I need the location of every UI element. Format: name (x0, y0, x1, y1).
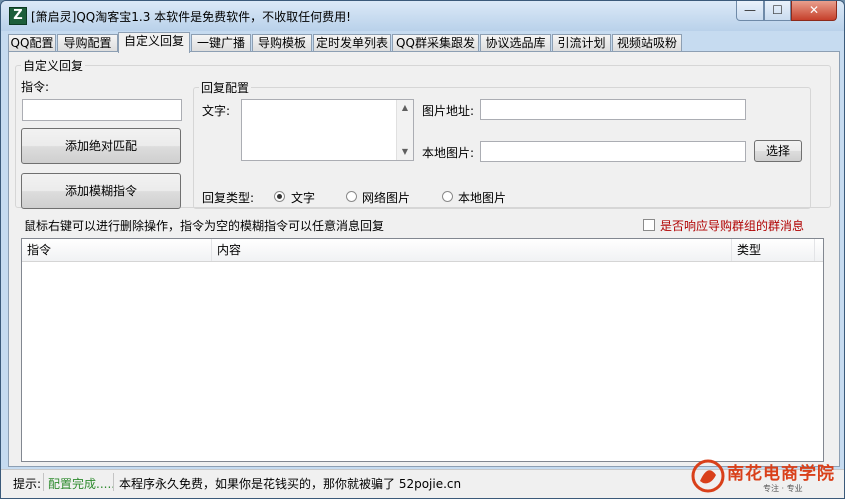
select-file-button[interactable]: 选择 (754, 140, 802, 162)
add-fuzzy-command-button[interactable]: 添加模糊指令 (21, 173, 181, 209)
status-prefix: 提示: (13, 477, 42, 491)
reply-text-area[interactable]: ▲ ▼ (241, 99, 414, 161)
close-button[interactable]: ✕ (791, 1, 837, 21)
text-label: 文字: (202, 104, 231, 118)
status-text: 配置完成..... (48, 477, 116, 491)
reply-text-scrollbar[interactable]: ▲ ▼ (396, 100, 413, 160)
scroll-up-icon[interactable]: ▲ (397, 100, 413, 116)
reply-config-group-title: 回复配置 (199, 79, 252, 96)
reply-type-local-image-label[interactable]: 本地图片 (458, 189, 506, 206)
scroll-down-icon[interactable]: ▼ (397, 144, 413, 160)
hint-text: 鼠标右键可以进行删除操作，指令为空的模糊指令可以任意消息回复 (24, 219, 385, 233)
tab-traffic-plan[interactable]: 引流计划 (552, 34, 611, 52)
watermark-subtext: 专注 · 专业 (763, 484, 803, 493)
command-label: 指令: (21, 80, 50, 94)
tab-shopping-template[interactable]: 导购模板 (252, 34, 312, 52)
command-input[interactable] (22, 99, 182, 121)
reply-type-web-image-label[interactable]: 网络图片 (362, 189, 410, 206)
watermark-text: 南花电商学院 (727, 464, 835, 484)
main-window: Z [箫启灵]QQ淘客宝1.3 本软件是免费软件，不收取任何费用! — ☐ ✕ … (0, 0, 845, 499)
tab-scheduled-list[interactable]: 定时发单列表 (313, 34, 391, 52)
tab-product-library[interactable]: 协议选品库 (480, 34, 551, 52)
status-separator (113, 473, 114, 491)
reply-list-table[interactable]: 指令 内容 类型 (21, 238, 824, 462)
status-message: 本程序永久免费，如果你是花钱买的，那你就被骗了 52pojie.cn (119, 477, 462, 491)
column-header-command[interactable]: 指令 (22, 239, 212, 261)
watermark-logo: 南花电商学院 专注 · 专业 (691, 455, 841, 497)
tab-qq-config[interactable]: QQ配置 (8, 34, 56, 52)
tab-video-fans[interactable]: 视频站吸粉 (612, 34, 682, 52)
respond-group-checkbox-label[interactable]: 是否响应导购群组的群消息 (660, 217, 804, 234)
add-exact-match-button[interactable]: 添加绝对匹配 (21, 128, 181, 164)
tab-custom-reply[interactable]: 自定义回复 (118, 32, 190, 53)
image-url-input[interactable] (480, 99, 746, 120)
maximize-button[interactable]: ☐ (764, 1, 791, 21)
reply-type-web-image-radio[interactable] (346, 191, 357, 202)
column-header-type[interactable]: 类型 (732, 239, 815, 261)
local-image-input[interactable] (480, 141, 746, 162)
title-bar[interactable]: Z [箫启灵]QQ淘客宝1.3 本软件是免费软件，不收取任何费用! — ☐ ✕ (1, 1, 844, 31)
local-image-label: 本地图片: (422, 146, 475, 160)
minimize-button[interactable]: — (736, 1, 764, 21)
tab-shopping-config[interactable]: 导购配置 (57, 34, 118, 52)
reply-type-local-image-radio[interactable] (442, 191, 453, 202)
tab-broadcast[interactable]: 一键广播 (191, 34, 251, 52)
custom-reply-group-title: 自定义回复 (21, 57, 86, 74)
respond-group-checkbox[interactable] (643, 219, 655, 231)
window-title: [箫启灵]QQ淘客宝1.3 本软件是免费软件，不收取任何费用! (31, 10, 351, 24)
app-icon: Z (9, 7, 27, 25)
image-url-label: 图片地址: (422, 104, 475, 118)
tab-group-collect[interactable]: QQ群采集跟发 (392, 34, 479, 52)
column-header-content[interactable]: 内容 (212, 239, 732, 261)
reply-type-text-label[interactable]: 文字 (291, 189, 315, 206)
reply-type-text-radio[interactable] (274, 191, 285, 202)
status-separator (43, 473, 44, 491)
table-header: 指令 内容 类型 (22, 239, 823, 262)
reply-type-label: 回复类型: (202, 191, 255, 205)
custom-reply-panel: 自定义回复 指令: 添加绝对匹配 添加模糊指令 回复配置 文字: ▲ ▼ 图片地… (8, 51, 840, 467)
